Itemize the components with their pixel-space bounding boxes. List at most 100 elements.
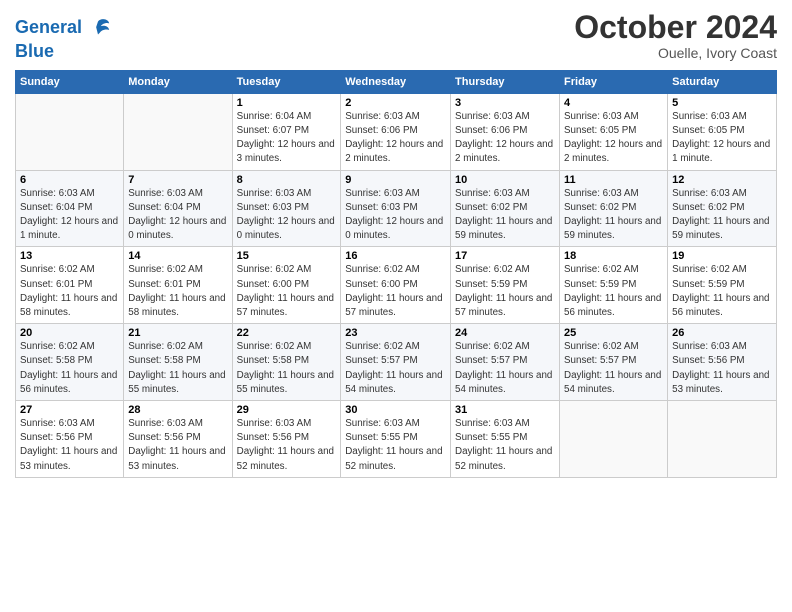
calendar-cell <box>668 401 777 478</box>
calendar-cell: 16Sunrise: 6:02 AM Sunset: 6:00 PM Dayli… <box>341 247 451 324</box>
calendar-cell: 13Sunrise: 6:02 AM Sunset: 6:01 PM Dayli… <box>16 247 124 324</box>
calendar-cell: 20Sunrise: 6:02 AM Sunset: 5:58 PM Dayli… <box>16 324 124 401</box>
day-number: 26 <box>672 327 772 339</box>
day-info: Sunrise: 6:02 AM Sunset: 5:59 PM Dayligh… <box>564 263 663 320</box>
day-number: 24 <box>455 327 555 339</box>
header-tuesday: Tuesday <box>232 70 341 93</box>
day-info: Sunrise: 6:03 AM Sunset: 6:02 PM Dayligh… <box>672 187 772 244</box>
calendar-cell: 5Sunrise: 6:03 AM Sunset: 6:05 PM Daylig… <box>668 93 777 170</box>
day-info: Sunrise: 6:03 AM Sunset: 6:05 PM Dayligh… <box>672 110 772 167</box>
calendar-cell: 11Sunrise: 6:03 AM Sunset: 6:02 PM Dayli… <box>560 170 668 247</box>
day-number: 5 <box>672 97 772 109</box>
calendar-cell <box>560 401 668 478</box>
day-number: 13 <box>20 250 119 262</box>
day-info: Sunrise: 6:03 AM Sunset: 6:04 PM Dayligh… <box>128 187 227 244</box>
calendar-cell: 27Sunrise: 6:03 AM Sunset: 5:56 PM Dayli… <box>16 401 124 478</box>
day-number: 8 <box>237 174 337 186</box>
day-number: 18 <box>564 250 663 262</box>
calendar-cell <box>124 93 232 170</box>
day-info: Sunrise: 6:02 AM Sunset: 5:58 PM Dayligh… <box>237 340 337 397</box>
day-number: 27 <box>20 404 119 416</box>
day-number: 17 <box>455 250 555 262</box>
day-info: Sunrise: 6:03 AM Sunset: 6:03 PM Dayligh… <box>237 187 337 244</box>
day-number: 25 <box>564 327 663 339</box>
day-number: 7 <box>128 174 227 186</box>
calendar-cell: 7Sunrise: 6:03 AM Sunset: 6:04 PM Daylig… <box>124 170 232 247</box>
day-info: Sunrise: 6:03 AM Sunset: 5:56 PM Dayligh… <box>237 417 337 474</box>
calendar-week-4: 20Sunrise: 6:02 AM Sunset: 5:58 PM Dayli… <box>16 324 777 401</box>
day-info: Sunrise: 6:03 AM Sunset: 6:02 PM Dayligh… <box>455 187 555 244</box>
calendar-cell: 24Sunrise: 6:02 AM Sunset: 5:57 PM Dayli… <box>451 324 560 401</box>
calendar-cell: 22Sunrise: 6:02 AM Sunset: 5:58 PM Dayli… <box>232 324 341 401</box>
day-number: 16 <box>345 250 446 262</box>
calendar-cell: 31Sunrise: 6:03 AM Sunset: 5:55 PM Dayli… <box>451 401 560 478</box>
day-number: 3 <box>455 97 555 109</box>
calendar-week-2: 6 Sunrise: 6:03 AM Sunset: 6:04 PM Daylig… <box>16 170 777 247</box>
day-info: Sunrise: 6:02 AM Sunset: 5:57 PM Dayligh… <box>455 340 555 397</box>
day-info: Sunrise: 6:03 AM Sunset: 6:06 PM Dayligh… <box>455 110 555 167</box>
day-number: 31 <box>455 404 555 416</box>
calendar-cell: 1Sunrise: 6:04 AM Sunset: 6:07 PM Daylig… <box>232 93 341 170</box>
calendar: SundayMondayTuesdayWednesdayThursdayFrid… <box>15 70 777 478</box>
header: General Blue October 2024 Ouelle, Ivory … <box>15 10 777 62</box>
calendar-week-1: 1Sunrise: 6:04 AM Sunset: 6:07 PM Daylig… <box>16 93 777 170</box>
calendar-week-3: 13 Sunrise: 6:02 AM Sunset: 6:01 PM Dayli… <box>16 247 777 324</box>
calendar-cell: 29Sunrise: 6:03 AM Sunset: 5:56 PM Dayli… <box>232 401 341 478</box>
day-info: Sunrise: 6:03 AM Sunset: 5:55 PM Dayligh… <box>345 417 446 474</box>
logo-icon <box>84 14 112 42</box>
day-info: Sunrise: 6:03 AM Sunset: 5:55 PM Dayligh… <box>455 417 555 474</box>
day-info: Sunrise: 6:02 AM Sunset: 5:57 PM Dayligh… <box>345 340 446 397</box>
day-number: 14 <box>128 250 227 262</box>
header-thursday: Thursday <box>451 70 560 93</box>
day-number: 6 <box>20 174 119 186</box>
day-info: Sunrise: 6:03 AM Sunset: 5:56 PM Dayligh… <box>20 417 119 474</box>
calendar-cell: 10Sunrise: 6:03 AM Sunset: 6:02 PM Dayli… <box>451 170 560 247</box>
day-info: Sunrise: 6:02 AM Sunset: 6:00 PM Dayligh… <box>345 263 446 320</box>
day-number: 20 <box>20 327 119 339</box>
day-info: Sunrise: 6:03 AM Sunset: 5:56 PM Dayligh… <box>128 417 227 474</box>
logo-blue: Blue <box>15 42 112 62</box>
day-number: 12 <box>672 174 772 186</box>
day-info: Sunrise: 6:03 AM Sunset: 5:56 PM Dayligh… <box>672 340 772 397</box>
location: Ouelle, Ivory Coast <box>574 45 777 61</box>
calendar-cell: 9Sunrise: 6:03 AM Sunset: 6:03 PM Daylig… <box>341 170 451 247</box>
header-wednesday: Wednesday <box>341 70 451 93</box>
day-number: 30 <box>345 404 446 416</box>
day-info: Sunrise: 6:02 AM Sunset: 5:57 PM Dayligh… <box>564 340 663 397</box>
day-info: Sunrise: 6:02 AM Sunset: 5:59 PM Dayligh… <box>455 263 555 320</box>
day-number: 19 <box>672 250 772 262</box>
calendar-cell: 3Sunrise: 6:03 AM Sunset: 6:06 PM Daylig… <box>451 93 560 170</box>
calendar-cell: 2Sunrise: 6:03 AM Sunset: 6:06 PM Daylig… <box>341 93 451 170</box>
day-info: Sunrise: 6:02 AM Sunset: 6:01 PM Dayligh… <box>128 263 227 320</box>
day-number: 21 <box>128 327 227 339</box>
month-title: October 2024 <box>574 10 777 45</box>
day-info: Sunrise: 6:02 AM Sunset: 5:59 PM Dayligh… <box>672 263 772 320</box>
day-info: Sunrise: 6:04 AM Sunset: 6:07 PM Dayligh… <box>237 110 337 167</box>
calendar-cell: 19Sunrise: 6:02 AM Sunset: 5:59 PM Dayli… <box>668 247 777 324</box>
day-info: Sunrise: 6:03 AM Sunset: 6:03 PM Dayligh… <box>345 187 446 244</box>
calendar-cell: 14Sunrise: 6:02 AM Sunset: 6:01 PM Dayli… <box>124 247 232 324</box>
calendar-cell: 4Sunrise: 6:03 AM Sunset: 6:05 PM Daylig… <box>560 93 668 170</box>
day-info: Sunrise: 6:02 AM Sunset: 5:58 PM Dayligh… <box>128 340 227 397</box>
calendar-cell: 8Sunrise: 6:03 AM Sunset: 6:03 PM Daylig… <box>232 170 341 247</box>
day-info: Sunrise: 6:02 AM Sunset: 6:00 PM Dayligh… <box>237 263 337 320</box>
calendar-header-row: SundayMondayTuesdayWednesdayThursdayFrid… <box>16 70 777 93</box>
calendar-cell: 28Sunrise: 6:03 AM Sunset: 5:56 PM Dayli… <box>124 401 232 478</box>
day-number: 2 <box>345 97 446 109</box>
calendar-cell <box>16 93 124 170</box>
calendar-cell: 18Sunrise: 6:02 AM Sunset: 5:59 PM Dayli… <box>560 247 668 324</box>
day-info: Sunrise: 6:03 AM Sunset: 6:02 PM Dayligh… <box>564 187 663 244</box>
day-info: Sunrise: 6:02 AM Sunset: 5:58 PM Dayligh… <box>20 340 119 397</box>
calendar-cell: 6Sunrise: 6:03 AM Sunset: 6:04 PM Daylig… <box>16 170 124 247</box>
day-number: 28 <box>128 404 227 416</box>
day-number: 11 <box>564 174 663 186</box>
day-number: 22 <box>237 327 337 339</box>
day-number: 29 <box>237 404 337 416</box>
calendar-cell: 12Sunrise: 6:03 AM Sunset: 6:02 PM Dayli… <box>668 170 777 247</box>
header-saturday: Saturday <box>668 70 777 93</box>
day-info: Sunrise: 6:03 AM Sunset: 6:06 PM Dayligh… <box>345 110 446 167</box>
page: General Blue October 2024 Ouelle, Ivory … <box>0 0 792 612</box>
day-info: Sunrise: 6:03 AM Sunset: 6:05 PM Dayligh… <box>564 110 663 167</box>
calendar-week-5: 27Sunrise: 6:03 AM Sunset: 5:56 PM Dayli… <box>16 401 777 478</box>
header-sunday: Sunday <box>16 70 124 93</box>
